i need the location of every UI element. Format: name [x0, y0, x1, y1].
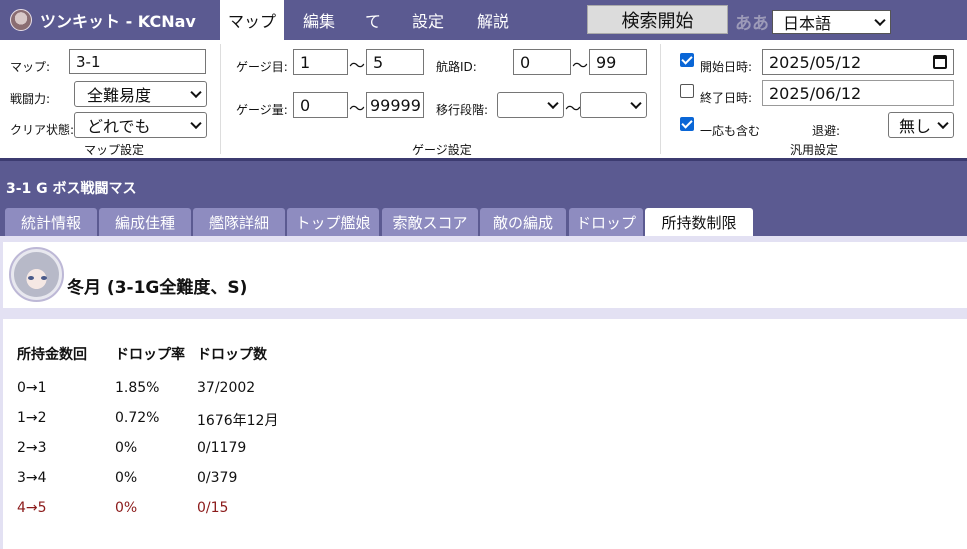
calendar-icon[interactable] — [933, 55, 947, 69]
tab-drop[interactable]: ドロップ — [569, 208, 643, 236]
clear-state-select[interactable]: どれでも — [74, 112, 207, 138]
font-size-toggle[interactable]: ああ — [735, 9, 769, 34]
start-date-input[interactable]: 2025/05/12 — [762, 49, 954, 75]
tab-stats[interactable]: 統計情報 — [5, 208, 97, 236]
table-cell: 37/2002 — [197, 380, 256, 396]
gauge-number-label: ゲージ目: — [236, 60, 288, 74]
table-cell: 0% — [115, 500, 138, 516]
range-separator: ～ — [349, 99, 366, 118]
tab-ownership-limit[interactable]: 所持数制限 — [645, 208, 753, 236]
app-logo-icon — [10, 9, 32, 31]
range-separator: ～ — [565, 99, 582, 118]
divider — [0, 158, 967, 161]
map-input[interactable]: 3-1 — [69, 49, 206, 74]
include-label: 一応も含む — [700, 124, 761, 138]
table-header-ownership: 所持金数回 — [17, 347, 87, 363]
nav-tab-guide[interactable]: 解説 — [464, 0, 522, 40]
table-cell: 0/15 — [197, 500, 229, 516]
language-select[interactable]: 日本語 — [772, 10, 891, 34]
route-id-label: 航路ID: — [436, 60, 477, 74]
ship-portrait-icon — [14, 252, 59, 297]
top-navbar: ツンキット - KCNav マップ 編集 て 設定 解説 検索開始 ああ 日本語 — [0, 0, 967, 40]
evade-select[interactable]: 無し — [888, 112, 954, 138]
tab-fleet-detail[interactable]: 艦隊詳細 — [193, 208, 285, 236]
chevron-down-icon — [630, 97, 642, 110]
end-date-label: 終了日時: — [700, 91, 753, 105]
app-title: ツンキット - KCNav — [40, 12, 196, 31]
nav-tab-edit[interactable]: 編集 — [290, 0, 348, 40]
table-header-drop-count: ドロップ数 — [197, 347, 267, 363]
tab-top-ships[interactable]: トップ艦娘 — [287, 208, 379, 236]
table-cell: 1.85% — [115, 380, 160, 396]
gauge-number-to-input[interactable]: 5 — [366, 49, 424, 75]
difficulty-label: 戦闘力: — [10, 92, 51, 106]
chevron-down-icon — [547, 97, 559, 110]
ship-name: 冬月 (3-1G全難度、S) — [67, 278, 248, 298]
clear-state-label: クリア状態: — [10, 123, 75, 137]
gauge-amount-to-input[interactable]: 99999 — [366, 92, 424, 118]
chevron-down-icon — [937, 117, 949, 130]
difficulty-value: 全難易度 — [87, 86, 152, 105]
divider — [220, 44, 221, 154]
chevron-down-icon — [190, 117, 202, 130]
map-label: マップ: — [10, 60, 51, 74]
divider — [660, 44, 661, 154]
range-separator: ～ — [572, 56, 589, 75]
gauge-number-from-input[interactable]: 1 — [293, 49, 348, 75]
gauge-amount-label: ゲージ量: — [236, 103, 288, 117]
ship-card: 冬月 (3-1G全難度、S) — [3, 242, 967, 308]
nav-tab-map[interactable]: マップ — [220, 0, 284, 40]
table-cell: 0→1 — [17, 380, 47, 396]
table-cell: 4→5 — [17, 500, 47, 516]
range-separator: ～ — [349, 56, 366, 75]
table-cell: 1→2 — [17, 410, 47, 426]
start-date-value: 2025/05/12 — [769, 52, 862, 72]
table-header-drop-rate: ドロップ率 — [115, 347, 185, 363]
phase-to-select[interactable] — [580, 92, 647, 118]
end-date-input[interactable]: 2025/06/12 — [762, 80, 954, 106]
end-date-checkbox[interactable] — [680, 84, 694, 98]
gauge-settings-section-label: ゲージ設定 — [412, 143, 472, 157]
tab-los-score[interactable]: 索敵スコア — [382, 208, 478, 236]
start-date-label: 開始日時: — [700, 60, 753, 74]
map-settings-section-label: マップ設定 — [84, 143, 145, 157]
phase-label: 移行段階: — [436, 103, 489, 117]
ship-avatar — [9, 247, 64, 302]
nav-tab-settings[interactable]: 設定 — [400, 0, 456, 40]
language-value: 日本語 — [783, 14, 832, 33]
start-date-checkbox[interactable] — [680, 53, 694, 67]
app-brand[interactable]: ツンキット - KCNav — [0, 0, 220, 40]
chevron-down-icon — [190, 86, 202, 99]
node-header: 3-1 G ボス戦闘マス 統計情報 編成佳種 艦隊詳細 トップ艦娘 索敵スコア … — [0, 158, 967, 242]
phase-from-select[interactable] — [497, 92, 564, 118]
table-cell: 0/379 — [197, 470, 238, 486]
table-cell: 0% — [115, 470, 138, 486]
route-id-to-input[interactable]: 99 — [589, 49, 647, 75]
node-title: 3-1 G ボス戦闘マス — [6, 181, 137, 197]
tab-formation[interactable]: 編成佳種 — [99, 208, 191, 236]
table-cell: 0% — [115, 440, 138, 456]
content-area: 冬月 (3-1G全難度、S) 所持金数回 ドロップ率 ドロップ数 0→1 1.8… — [0, 236, 967, 549]
include-checkbox[interactable] — [680, 117, 694, 131]
evade-label: 退避: — [812, 124, 841, 138]
table-cell: 2→3 — [17, 440, 47, 456]
table-cell: 0/1179 — [197, 440, 247, 456]
drop-table: 所持金数回 ドロップ率 ドロップ数 0→1 1.85% 37/2002 1→2 … — [3, 319, 967, 549]
avatar-eye — [28, 276, 34, 280]
table-cell: 1676年12月 — [197, 413, 279, 429]
filter-form: マップ: 3-1 戦闘力: 全難易度 クリア状態: どれでも マップ設定 ゲージ… — [0, 40, 967, 158]
tab-enemy-fleet[interactable]: 敵の編成 — [480, 208, 566, 236]
clear-state-value: どれでも — [87, 117, 151, 136]
route-id-from-input[interactable]: 0 — [513, 49, 571, 75]
table-cell: 3→4 — [17, 470, 47, 486]
table-cell: 0.72% — [115, 410, 160, 426]
avatar-eye — [41, 276, 47, 280]
evade-value: 無し — [899, 117, 932, 136]
chevron-down-icon — [874, 14, 886, 27]
search-start-button[interactable]: 検索開始 — [587, 5, 728, 34]
gauge-amount-from-input[interactable]: 0 — [293, 92, 348, 118]
difficulty-select[interactable]: 全難易度 — [74, 81, 207, 107]
nav-tab-te[interactable]: て — [356, 0, 390, 40]
general-settings-section-label: 汎用設定 — [790, 143, 839, 157]
